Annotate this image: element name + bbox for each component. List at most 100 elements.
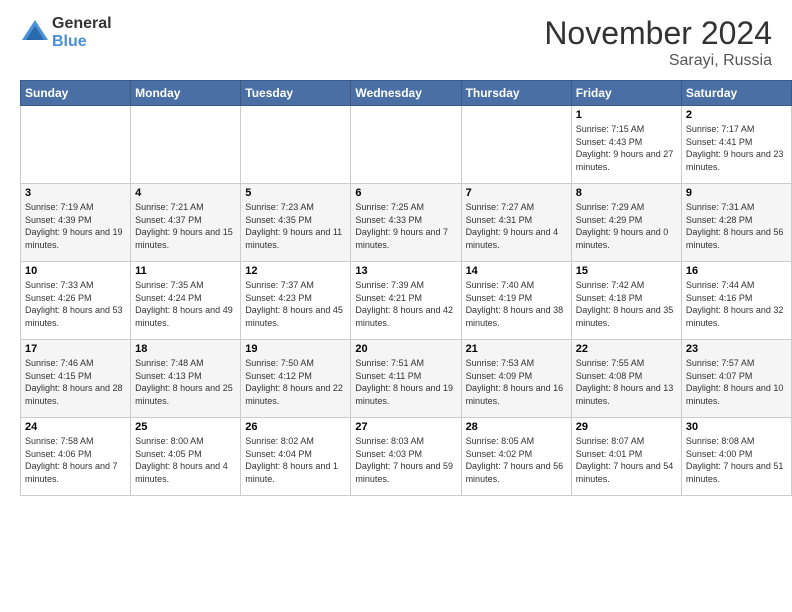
day-cell-4-0: 24 Sunrise: 7:58 AMSunset: 4:06 PMDayligh… [21, 418, 131, 496]
day-cell-3-6: 23Sunrise: 7:57 AMSunset: 4:07 PMDayligh… [681, 340, 791, 418]
header-sunday: Sunday [21, 81, 131, 106]
day-cell-3-5: 22 Sunrise: 7:55 AMSunset: 4:08 PMDayligh… [571, 340, 681, 418]
day-number: 17 [25, 343, 126, 355]
day-info: Sunrise: 8:02 AMSunset: 4:04 PMDaylight:… [245, 435, 346, 485]
day-info: Sunrise: 7:23 AMSunset: 4:35 PMDaylight:… [245, 201, 346, 251]
day-cell-1-6: 9Sunrise: 7:31 AMSunset: 4:28 PMDaylight… [681, 184, 791, 262]
day-cell-0-4 [461, 106, 571, 184]
day-number: 6 [355, 187, 456, 199]
day-info: Sunrise: 7:48 AMSunset: 4:13 PMDaylight:… [135, 357, 236, 407]
day-info: Sunrise: 7:21 AMSunset: 4:37 PMDaylight:… [135, 201, 236, 251]
day-info: Sunrise: 7:51 AMSunset: 4:11 PMDaylight:… [355, 357, 456, 407]
week-row-1: 1 Sunrise: 7:15 AMSunset: 4:43 PMDaylight… [21, 106, 792, 184]
day-cell-2-2: 12 Sunrise: 7:37 AMSunset: 4:23 PMDayligh… [241, 262, 351, 340]
day-cell-1-3: 6 Sunrise: 7:25 AMSunset: 4:33 PMDaylight… [351, 184, 461, 262]
day-info: Sunrise: 7:50 AMSunset: 4:12 PMDaylight:… [245, 357, 346, 407]
week-row-2: 3 Sunrise: 7:19 AMSunset: 4:39 PMDaylight… [21, 184, 792, 262]
day-info: Sunrise: 8:00 AMSunset: 4:05 PMDaylight:… [135, 435, 236, 485]
day-info: Sunrise: 8:03 AMSunset: 4:03 PMDaylight:… [355, 435, 456, 485]
day-cell-4-4: 28 Sunrise: 8:05 AMSunset: 4:02 PMDayligh… [461, 418, 571, 496]
day-info: Sunrise: 7:44 AMSunset: 4:16 PMDaylight:… [686, 279, 787, 329]
day-cell-2-3: 13 Sunrise: 7:39 AMSunset: 4:21 PMDayligh… [351, 262, 461, 340]
location: Sarayi, Russia [544, 52, 772, 70]
day-number: 22 [576, 343, 677, 355]
day-cell-1-1: 4 Sunrise: 7:21 AMSunset: 4:37 PMDaylight… [131, 184, 241, 262]
day-number: 16 [686, 265, 787, 277]
day-number: 4 [135, 187, 236, 199]
day-info: Sunrise: 7:37 AMSunset: 4:23 PMDaylight:… [245, 279, 346, 329]
day-number: 18 [135, 343, 236, 355]
weekday-header-row: Sunday Monday Tuesday Wednesday Thursday… [21, 81, 792, 106]
day-cell-0-3 [351, 106, 461, 184]
day-info: Sunrise: 7:27 AMSunset: 4:31 PMDaylight:… [466, 201, 567, 251]
day-number: 13 [355, 265, 456, 277]
day-number: 15 [576, 265, 677, 277]
day-number: 10 [25, 265, 126, 277]
day-info: Sunrise: 7:25 AMSunset: 4:33 PMDaylight:… [355, 201, 456, 251]
logo: General Blue [20, 15, 112, 51]
day-number: 25 [135, 421, 236, 433]
day-cell-4-5: 29Sunrise: 8:07 AMSunset: 4:01 PMDayligh… [571, 418, 681, 496]
day-cell-4-6: 30Sunrise: 8:08 AMSunset: 4:00 PMDayligh… [681, 418, 791, 496]
day-number: 26 [245, 421, 346, 433]
day-number: 20 [355, 343, 456, 355]
day-info: Sunrise: 7:57 AMSunset: 4:07 PMDaylight:… [686, 357, 787, 407]
day-number: 19 [245, 343, 346, 355]
header-wednesday: Wednesday [351, 81, 461, 106]
day-number: 7 [466, 187, 567, 199]
day-info: Sunrise: 7:53 AMSunset: 4:09 PMDaylight:… [466, 357, 567, 407]
day-cell-3-0: 17Sunrise: 7:46 AMSunset: 4:15 PMDayligh… [21, 340, 131, 418]
day-cell-1-5: 8Sunrise: 7:29 AMSunset: 4:29 PMDaylight… [571, 184, 681, 262]
day-number: 3 [25, 187, 126, 199]
week-row-5: 24 Sunrise: 7:58 AMSunset: 4:06 PMDayligh… [21, 418, 792, 496]
day-cell-3-4: 21 Sunrise: 7:53 AMSunset: 4:09 PMDayligh… [461, 340, 571, 418]
day-number: 2 [686, 109, 787, 121]
day-info: Sunrise: 8:05 AMSunset: 4:02 PMDaylight:… [466, 435, 567, 485]
day-info: Sunrise: 7:15 AMSunset: 4:43 PMDaylight:… [576, 123, 677, 173]
day-cell-0-0 [21, 106, 131, 184]
day-cell-3-2: 19 Sunrise: 7:50 AMSunset: 4:12 PMDayligh… [241, 340, 351, 418]
day-info: Sunrise: 7:17 AMSunset: 4:41 PMDaylight:… [686, 123, 787, 173]
day-cell-1-0: 3 Sunrise: 7:19 AMSunset: 4:39 PMDaylight… [21, 184, 131, 262]
day-number: 29 [576, 421, 677, 433]
day-cell-2-4: 14Sunrise: 7:40 AMSunset: 4:19 PMDayligh… [461, 262, 571, 340]
day-number: 9 [686, 187, 787, 199]
header-saturday: Saturday [681, 81, 791, 106]
week-row-4: 17Sunrise: 7:46 AMSunset: 4:15 PMDayligh… [21, 340, 792, 418]
day-number: 12 [245, 265, 346, 277]
day-info: Sunrise: 7:35 AMSunset: 4:24 PMDaylight:… [135, 279, 236, 329]
header-monday: Monday [131, 81, 241, 106]
day-cell-2-1: 11 Sunrise: 7:35 AMSunset: 4:24 PMDayligh… [131, 262, 241, 340]
logo-icon [20, 18, 50, 48]
day-info: Sunrise: 7:33 AMSunset: 4:26 PMDaylight:… [25, 279, 126, 329]
day-number: 21 [466, 343, 567, 355]
title-block: November 2024 Sarayi, Russia [544, 15, 772, 70]
month-title: November 2024 [544, 15, 772, 52]
day-number: 28 [466, 421, 567, 433]
day-cell-3-3: 20 Sunrise: 7:51 AMSunset: 4:11 PMDayligh… [351, 340, 461, 418]
day-cell-4-3: 27 Sunrise: 8:03 AMSunset: 4:03 PMDayligh… [351, 418, 461, 496]
day-number: 24 [25, 421, 126, 433]
day-number: 14 [466, 265, 567, 277]
day-number: 11 [135, 265, 236, 277]
day-cell-2-0: 10 Sunrise: 7:33 AMSunset: 4:26 PMDayligh… [21, 262, 131, 340]
day-cell-0-5: 1 Sunrise: 7:15 AMSunset: 4:43 PMDaylight… [571, 106, 681, 184]
header-thursday: Thursday [461, 81, 571, 106]
day-cell-0-1 [131, 106, 241, 184]
day-cell-3-1: 18 Sunrise: 7:48 AMSunset: 4:13 PMDayligh… [131, 340, 241, 418]
day-cell-0-2 [241, 106, 351, 184]
day-info: Sunrise: 8:08 AMSunset: 4:00 PMDaylight:… [686, 435, 787, 485]
header-friday: Friday [571, 81, 681, 106]
day-number: 27 [355, 421, 456, 433]
week-row-3: 10 Sunrise: 7:33 AMSunset: 4:26 PMDayligh… [21, 262, 792, 340]
day-info: Sunrise: 7:58 AMSunset: 4:06 PMDaylight:… [25, 435, 126, 485]
day-number: 5 [245, 187, 346, 199]
logo-text: General Blue [52, 15, 112, 51]
day-cell-4-1: 25 Sunrise: 8:00 AMSunset: 4:05 PMDayligh… [131, 418, 241, 496]
day-number: 1 [576, 109, 677, 121]
day-cell-4-2: 26 Sunrise: 8:02 AMSunset: 4:04 PMDayligh… [241, 418, 351, 496]
day-cell-1-4: 7 Sunrise: 7:27 AMSunset: 4:31 PMDaylight… [461, 184, 571, 262]
day-info: Sunrise: 7:39 AMSunset: 4:21 PMDaylight:… [355, 279, 456, 329]
day-info: Sunrise: 7:19 AMSunset: 4:39 PMDaylight:… [25, 201, 126, 251]
day-info: Sunrise: 7:55 AMSunset: 4:08 PMDaylight:… [576, 357, 677, 407]
